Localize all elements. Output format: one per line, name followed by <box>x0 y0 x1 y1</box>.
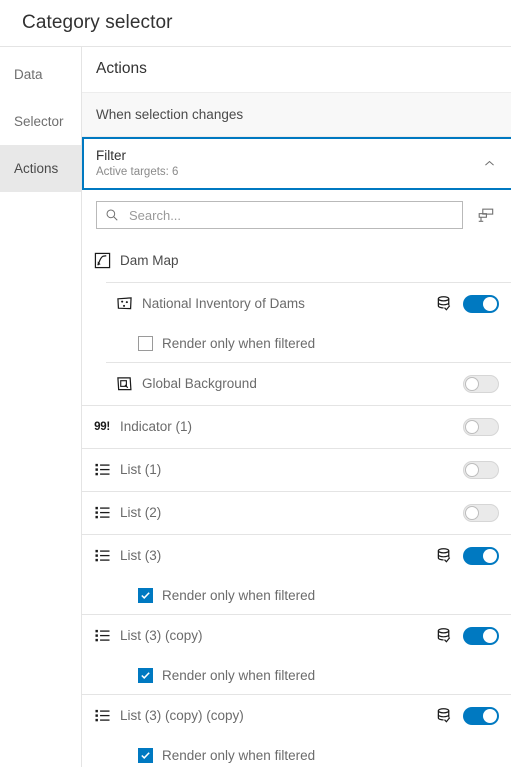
target-row-controls <box>436 626 499 645</box>
target-row-controls <box>436 706 499 725</box>
target-row-controls <box>436 546 499 565</box>
filter-title: Filter <box>96 148 126 164</box>
render-only-when-filtered-label: Render only when filtered <box>162 588 316 604</box>
search-icon <box>105 208 119 222</box>
sidebar-item-label: Selector <box>14 114 64 129</box>
search-row <box>82 190 511 239</box>
sidebar-item-data[interactable]: Data <box>0 51 81 98</box>
target-row[interactable]: List (2) <box>82 491 511 534</box>
sidebar-item-label: Data <box>14 67 43 82</box>
toggle-knob <box>465 505 479 520</box>
target-row[interactable]: 99! Indicator (1) <box>82 405 511 448</box>
chevron-up-icon[interactable] <box>481 156 497 172</box>
target-row[interactable]: List (3) <box>82 534 511 577</box>
search-input[interactable] <box>127 206 454 224</box>
target-label: List (3) (copy) (copy) <box>120 708 244 724</box>
target-label: Indicator (1) <box>120 419 193 435</box>
target-label: Global Background <box>142 376 257 392</box>
category-selector-panel: Category selector Data Selector Actions Ac… <box>0 0 511 768</box>
list-icon <box>92 460 112 480</box>
point-layer-icon <box>114 294 134 314</box>
search-box[interactable] <box>96 201 463 230</box>
render-only-when-filtered-label: Render only when filtered <box>162 748 316 764</box>
target-label: Dam Map <box>120 253 179 269</box>
titlebar: Category selector <box>0 0 511 47</box>
indicator-icon: 99! <box>94 420 110 433</box>
sidebar-item-selector[interactable]: Selector <box>0 98 81 145</box>
target-toggle[interactable] <box>463 294 499 313</box>
toggle-knob <box>483 628 497 643</box>
toggle-knob <box>465 419 479 434</box>
data-source-icon <box>436 627 454 645</box>
target-row[interactable]: National Inventory of Dams <box>82 282 511 325</box>
filter-accordion: Filter Active targets: 6 <box>82 137 511 191</box>
render-only-when-filtered-checkbox[interactable] <box>138 588 153 604</box>
target-row[interactable]: List (1) <box>82 448 511 491</box>
target-toggle[interactable] <box>463 503 499 522</box>
render-only-when-filtered-checkbox[interactable] <box>138 336 153 352</box>
target-row-controls <box>436 294 499 313</box>
render-only-when-filtered-checkbox[interactable] <box>138 668 153 684</box>
target-list: Dam Map National Inventory of Dams Render … <box>82 239 511 767</box>
render-only-when-filtered-row[interactable]: Render only when filtered <box>82 325 511 362</box>
render-only-when-filtered-label: Render only when filtered <box>162 336 316 352</box>
target-toggle[interactable] <box>463 374 499 393</box>
target-toggle[interactable] <box>463 460 499 479</box>
sidebar: Data Selector Actions <box>0 47 82 767</box>
toggle-knob <box>465 376 479 391</box>
list-icon <box>92 706 112 726</box>
render-only-when-filtered-row[interactable]: Render only when filtered <box>82 577 511 614</box>
content-area: Actions When selection changes Filter Ac… <box>82 47 511 767</box>
toggle-knob <box>483 708 497 723</box>
sidebar-item-actions[interactable]: Actions <box>0 145 81 192</box>
content-header: Actions <box>82 47 511 93</box>
select-layers-icon[interactable] <box>473 203 497 227</box>
map-icon <box>92 251 112 271</box>
target-label: List (3) <box>120 548 162 564</box>
data-source-icon <box>436 547 454 565</box>
target-toggle[interactable] <box>463 546 499 565</box>
page-title: Category selector <box>22 12 173 33</box>
target-label: List (2) <box>120 505 162 521</box>
target-label: List (1) <box>120 462 162 478</box>
target-row[interactable]: List (3) (copy) <box>82 614 511 657</box>
render-only-when-filtered-row[interactable]: Render only when filtered <box>82 737 511 767</box>
target-toggle[interactable] <box>463 417 499 436</box>
toggle-knob <box>483 548 497 563</box>
toggle-knob <box>465 462 479 477</box>
list-icon <box>92 626 112 646</box>
list-icon <box>92 503 112 523</box>
data-source-icon <box>436 707 454 725</box>
target-toggle[interactable] <box>463 626 499 645</box>
target-row-controls <box>463 460 499 479</box>
target-row[interactable]: Dam Map <box>82 239 511 282</box>
filter-accordion-header[interactable]: Filter Active targets: 6 <box>82 139 511 188</box>
filter-accordion-titles: Filter Active targets: 6 <box>96 148 178 179</box>
when-selection-changes-label: When selection changes <box>96 107 244 123</box>
target-row[interactable]: List (3) (copy) (copy) <box>82 694 511 737</box>
when-selection-changes-header: When selection changes <box>82 92 511 138</box>
target-row-controls <box>463 374 499 393</box>
target-toggle[interactable] <box>463 706 499 725</box>
basemap-icon <box>114 374 134 394</box>
list-icon <box>92 546 112 566</box>
content-header-label: Actions <box>96 60 147 78</box>
render-only-when-filtered-row[interactable]: Render only when filtered <box>82 657 511 694</box>
render-only-when-filtered-checkbox[interactable] <box>138 748 153 764</box>
target-row-controls <box>463 417 499 436</box>
target-row[interactable]: Global Background <box>82 362 511 405</box>
target-label: National Inventory of Dams <box>142 296 305 312</box>
panel-body: Data Selector Actions Actions When selecti… <box>0 47 511 767</box>
render-only-when-filtered-label: Render only when filtered <box>162 668 316 684</box>
toggle-knob <box>483 296 497 311</box>
target-label: List (3) (copy) <box>120 628 203 644</box>
sidebar-item-label: Actions <box>14 161 59 176</box>
data-source-icon <box>436 295 454 313</box>
target-row-controls <box>463 503 499 522</box>
active-targets-label: Active targets: 6 <box>96 166 179 179</box>
